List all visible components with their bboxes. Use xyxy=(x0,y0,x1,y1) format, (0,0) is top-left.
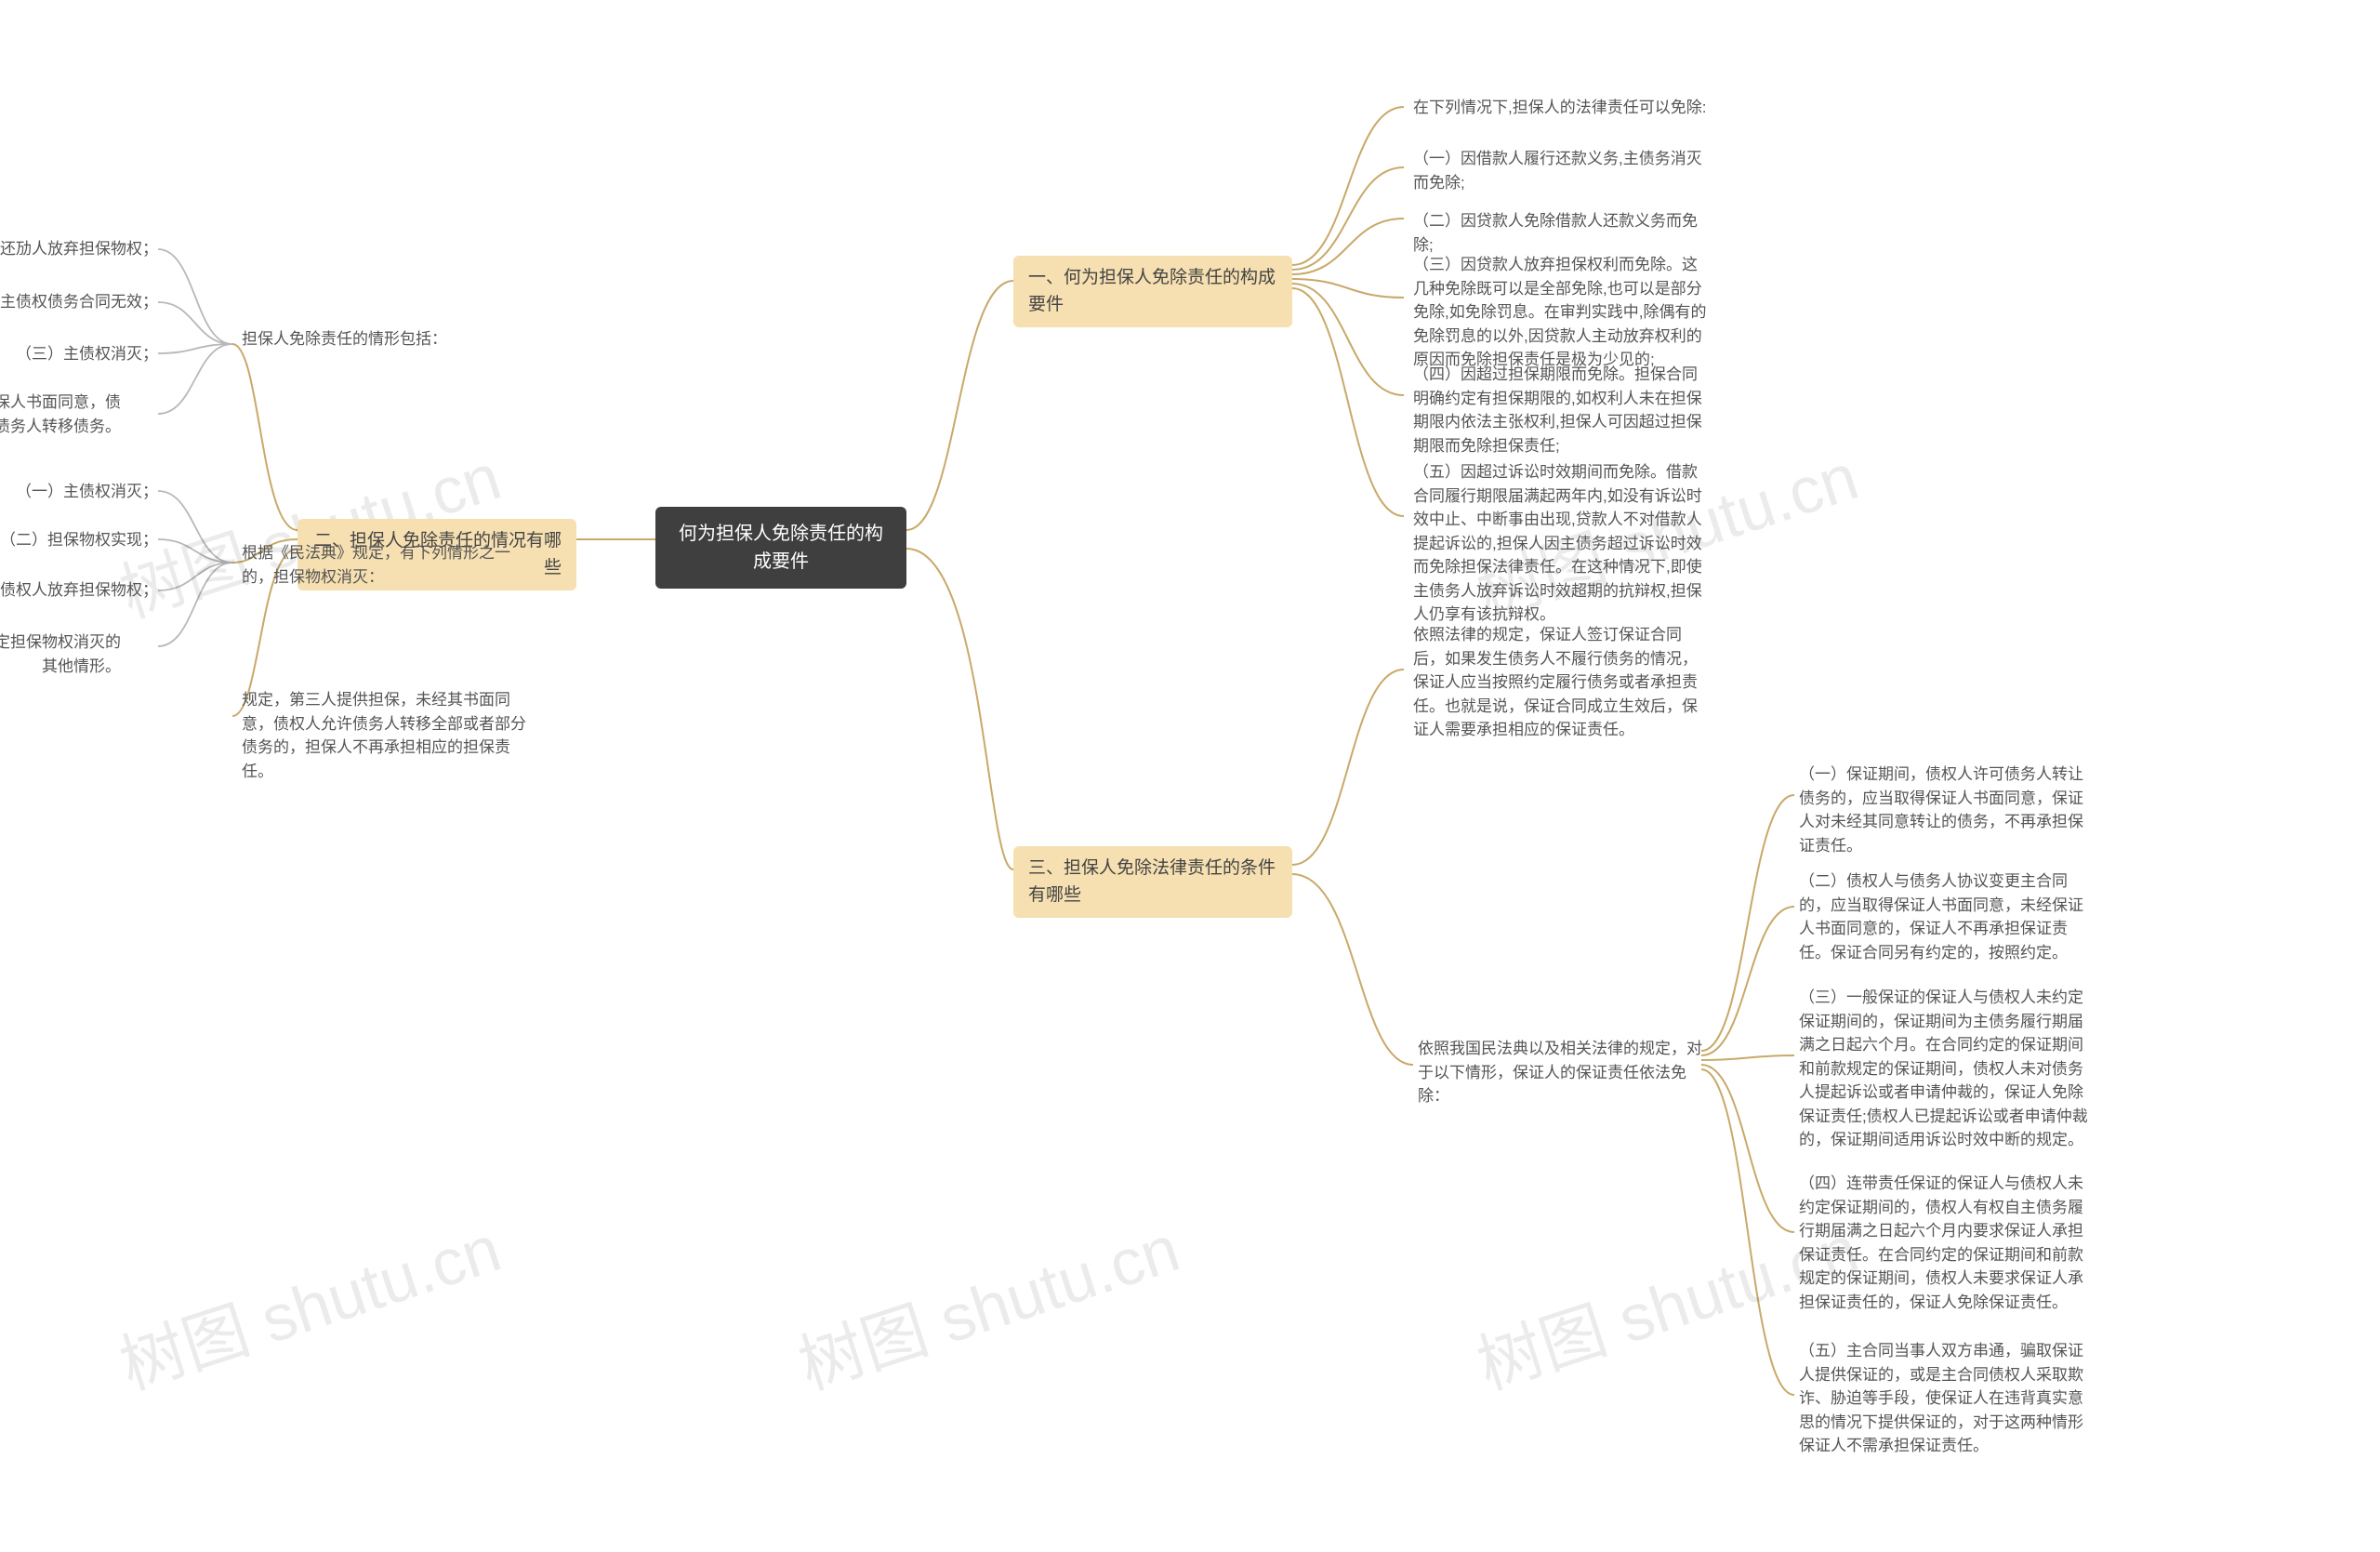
branch-2-sub-2-title: 根据《民法典》规定，有下列情形之一的，担保物权消灭： xyxy=(242,541,521,589)
branch-3[interactable]: 三、担保人免除法律责任的条件有哪些 xyxy=(1013,846,1292,918)
branch-1-intro: 在下列情况下,担保人的法律责任可以免除: xyxy=(1413,96,1706,120)
branch-1-item-4: （四）因超过担保期限而免除。担保合同明确约定有担保期限的,如权利人未在担保期限内… xyxy=(1413,363,1711,458)
branch-3-intro: 依照法律的规定，保证人签订保证合同后，如果发生债务人不履行债务的情况，保证人应当… xyxy=(1413,623,1711,742)
branch-2-sub-2-item-1: （一）主债权消灭； xyxy=(0,480,158,504)
branch-3-sub-title: 依照我国民法典以及相关法律的规定，对于以下情形，保证人的保证责任依法免除： xyxy=(1418,1037,1706,1108)
branch-2-sub-2-item-2: （二）担保物权实现； xyxy=(0,528,158,552)
branch-1-item-5: （五）因超过诉讼时效期间而免除。借款合同履行期限届满起两年内,如没有诉讼时效中止… xyxy=(1413,460,1711,627)
branch-2-sub-1-item-4: （四）未经担保人书面同意，债权人允许债务人转移债务。 xyxy=(0,391,121,438)
branch-2-sub-3: 规定，第三人提供担保，未经其书面同意，债权人允许债务人转移全部或者部分债务的，担… xyxy=(242,688,539,783)
branch-3-sub-item-3: （三）一般保证的保证人与债权人未约定保证期间的，保证期间为主债务履行期届满之日起… xyxy=(1799,986,2096,1152)
branch-2-sub-2-item-4: （四）法律规定担保物权消灭的其他情形。 xyxy=(0,630,121,678)
branch-2-sub-1-title: 担保人免除责任的情形包括： xyxy=(242,327,447,352)
branch-3-sub-item-1: （一）保证期间，债权人许可债务人转让债务的，应当取得保证人书面同意，保证人对未经… xyxy=(1799,763,2096,857)
branch-2-sub-2-item-3: （三）债权人放弃担保物权； xyxy=(0,578,158,603)
branch-1-item-2: （二）因贷款人免除借款人还款义务而免除; xyxy=(1413,209,1711,257)
branch-1-item-1: （一）因借款人履行还款义务,主债务消灭而免除; xyxy=(1413,147,1711,194)
branch-2-sub-1-item-3: （三）主债权消灭； xyxy=(0,342,158,366)
watermark: 树图 shutu.cn xyxy=(786,1197,1190,1408)
branch-3-sub-item-2: （二）债权人与债务人协议变更主合同的，应当取得保证人书面同意，未经保证人书面同意… xyxy=(1799,869,2096,964)
branch-3-sub-item-5: （五）主合同当事人双方串通，骗取保证人提供保证的，或是主合同债权人采取欺诈、胁迫… xyxy=(1799,1339,2096,1458)
watermark: 树图 shutu.cn xyxy=(107,1197,511,1408)
branch-2-sub-1-item-2: （二）主债权债务合同无效； xyxy=(0,290,158,314)
branch-1-item-3: （三）因贷款人放弃担保权利而免除。这几种免除既可以是全部免除,也可以是部分免除,… xyxy=(1413,253,1711,372)
branch-2-sub-1-item-1: （一）还劢人放弃担保物权； xyxy=(0,237,158,261)
branch-3-sub-item-4: （四）连带责任保证的保证人与债权人未约定保证期间的，债权人有权自主债务履行期届满… xyxy=(1799,1172,2096,1314)
root-node[interactable]: 何为担保人免除责任的构成要件 xyxy=(655,507,906,589)
branch-1[interactable]: 一、何为担保人免除责任的构成要件 xyxy=(1013,256,1292,327)
